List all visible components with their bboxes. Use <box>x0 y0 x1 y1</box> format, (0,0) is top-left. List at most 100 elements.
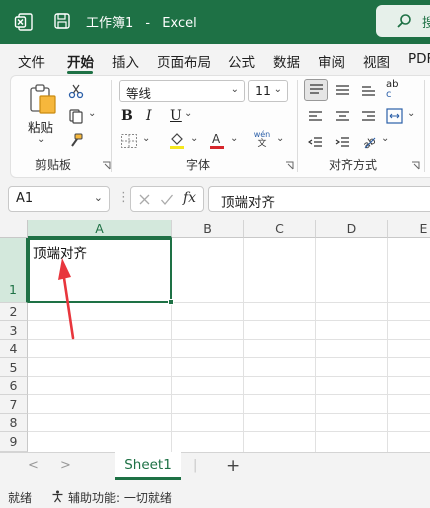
underline-icon[interactable]: U <box>170 108 182 124</box>
fill-color-icon[interactable] <box>168 131 186 149</box>
align-center-icon[interactable] <box>335 110 350 124</box>
tab-pdf[interactable]: PDF <box>408 51 430 67</box>
phonetic-top: wén <box>253 130 271 139</box>
tab-data[interactable]: 数据 <box>273 51 300 71</box>
format-painter-icon[interactable] <box>68 133 84 149</box>
annotation-arrow-icon <box>58 258 75 340</box>
row-header-2[interactable]: 2 <box>0 303 28 321</box>
orientation-dropdown-icon[interactable]: ⌄ <box>381 133 389 144</box>
search-box[interactable]: 搜 <box>376 5 430 37</box>
font-launcher-icon[interactable] <box>285 161 294 170</box>
underline-dropdown-icon[interactable]: ⌄ <box>184 108 192 119</box>
tab-review[interactable]: 审阅 <box>318 51 345 71</box>
gridline <box>28 413 430 414</box>
accessibility-icon[interactable] <box>51 490 64 503</box>
column-header-e[interactable]: E <box>388 220 430 238</box>
font-size-value: 11 <box>255 83 271 98</box>
paste-dropdown-icon[interactable]: ⌄ <box>37 134 45 145</box>
row-header-8[interactable]: 8 <box>0 414 28 432</box>
fill-handle[interactable] <box>168 299 174 305</box>
paste-icon[interactable] <box>27 83 59 115</box>
font-group-label: 字体 <box>186 158 211 172</box>
tab-formulas[interactable]: 公式 <box>228 51 255 71</box>
enter-icon[interactable] <box>160 193 174 206</box>
chevron-down-icon: ⌄ <box>230 84 239 95</box>
svg-text:A: A <box>212 132 221 146</box>
row-header-4[interactable]: 4 <box>0 340 28 358</box>
middle-align-icon[interactable] <box>335 83 350 97</box>
gridline <box>28 357 430 358</box>
increase-indent-icon[interactable] <box>335 136 350 150</box>
cell-a1[interactable]: 顶端对齐 <box>28 238 172 303</box>
formula-input[interactable]: 顶端对齐 <box>208 186 430 212</box>
alignment-group-label: 对齐方式 <box>329 158 378 172</box>
align-left-icon[interactable] <box>308 110 323 124</box>
gridline <box>387 238 388 452</box>
row-header-3[interactable]: 3 <box>0 321 28 340</box>
row-header-6[interactable]: 6 <box>0 377 28 395</box>
align-right-icon[interactable] <box>361 110 376 124</box>
decrease-indent-icon[interactable] <box>308 136 323 150</box>
column-header-a[interactable]: A <box>28 220 172 238</box>
cut-icon[interactable] <box>68 83 84 99</box>
cancel-icon[interactable] <box>138 193 151 206</box>
app-name: Excel <box>162 16 197 31</box>
italic-icon[interactable]: I <box>146 108 152 124</box>
phonetic-guide-icon[interactable]: wén 文 <box>252 130 272 149</box>
column-header-c[interactable]: C <box>244 220 316 238</box>
row-header-1[interactable]: 1 <box>0 238 28 303</box>
tab-insert[interactable]: 插入 <box>112 51 139 71</box>
phonetic-dropdown-icon[interactable]: ⌄ <box>276 133 284 144</box>
merge-center-icon[interactable] <box>386 108 403 124</box>
drag-handle-icon[interactable]: ⋮ <box>117 190 130 205</box>
row-header-9[interactable]: 9 <box>0 432 28 452</box>
document-name: 工作簿1 <box>86 16 134 31</box>
font-name-select[interactable]: 等线 ⌄ <box>119 80 245 102</box>
top-align-button[interactable] <box>304 79 328 101</box>
insert-function-icon[interactable]: fx <box>183 190 196 206</box>
bold-icon[interactable]: B <box>121 108 133 124</box>
save-icon[interactable] <box>53 12 71 30</box>
search-label: 搜 <box>422 16 430 31</box>
sheet-divider: | <box>193 458 198 473</box>
wrap-sub: c <box>386 89 392 100</box>
wrap-text-icon[interactable]: ab c <box>386 80 406 100</box>
sheet-tab-sheet1[interactable]: Sheet1 <box>115 452 181 480</box>
column-header-b[interactable]: B <box>172 220 244 238</box>
gridline <box>28 431 430 432</box>
tab-file[interactable]: 文件 <box>18 51 45 71</box>
column-header-d[interactable]: D <box>316 220 388 238</box>
status-bar: 就绪 辅助功能: 一切就绪 <box>0 484 430 508</box>
prev-sheet-icon[interactable]: < <box>28 458 39 473</box>
group-separator <box>424 80 425 172</box>
row-header-7[interactable]: 7 <box>0 395 28 414</box>
add-sheet-button[interactable]: + <box>226 456 240 476</box>
gridline <box>315 238 316 452</box>
merge-dropdown-icon[interactable]: ⌄ <box>407 108 415 119</box>
font-color-icon[interactable]: A <box>208 131 226 149</box>
borders-icon[interactable] <box>120 133 138 149</box>
orientation-icon[interactable]: ab <box>361 133 378 150</box>
font-size-select[interactable]: 11 ⌄ <box>248 80 288 102</box>
tab-view[interactable]: 视图 <box>363 51 390 71</box>
name-box[interactable]: A1 ⌄ <box>8 186 110 212</box>
status-accessibility[interactable]: 辅助功能: 一切就绪 <box>68 489 172 506</box>
chevron-down-icon: ⌄ <box>93 191 103 204</box>
tab-home[interactable]: 开始 <box>67 51 94 71</box>
alignment-launcher-icon[interactable] <box>411 161 420 170</box>
row-header-5[interactable]: 5 <box>0 358 28 377</box>
font-color-dropdown-icon[interactable]: ⌄ <box>230 133 238 144</box>
worksheet-grid[interactable]: A B C D E 1 2 3 4 5 6 7 8 9 顶端对齐 <box>0 220 430 452</box>
excel-logo-icon <box>14 13 33 31</box>
copy-dropdown-icon[interactable]: ⌄ <box>88 108 96 119</box>
bottom-align-icon[interactable] <box>361 83 376 97</box>
next-sheet-icon[interactable]: > <box>60 458 71 473</box>
clipboard-group-label: 剪贴板 <box>35 158 72 172</box>
clipboard-launcher-icon[interactable] <box>102 161 111 170</box>
select-all-corner[interactable] <box>0 220 28 238</box>
top-align-icon <box>310 84 323 94</box>
copy-icon[interactable] <box>68 108 84 124</box>
borders-dropdown-icon[interactable]: ⌄ <box>142 133 150 144</box>
tab-page-layout[interactable]: 页面布局 <box>157 51 211 71</box>
fill-color-dropdown-icon[interactable]: ⌄ <box>190 133 198 144</box>
